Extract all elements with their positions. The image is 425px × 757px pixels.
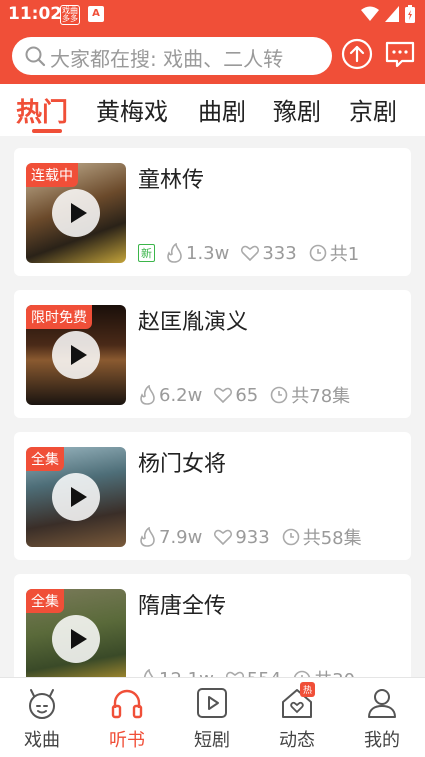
item-title: 赵匡胤演义 — [138, 310, 249, 335]
episodes-stat: 共78集 — [270, 382, 350, 408]
nav-item-shorts[interactable]: 短剧 — [177, 686, 247, 752]
plays-count: 7.9w — [159, 526, 203, 548]
list-item[interactable]: 限时免费 赵匡胤演义 6.2w 65 共78集 — [14, 290, 411, 418]
battery-icon — [405, 5, 415, 23]
hot-badge: 热 — [300, 682, 316, 697]
cover-image: 连载中 — [26, 163, 126, 263]
play-icon[interactable] — [52, 615, 100, 663]
plays-count: 6.2w — [159, 384, 203, 406]
signal-icon — [385, 6, 399, 22]
store-notification-icon: A — [88, 6, 104, 22]
item-title: 杨门女将 — [138, 452, 227, 477]
plays-count: 1.3w — [186, 242, 230, 264]
status-bar: 11:02 戏曲多多 A — [0, 0, 425, 30]
video-play-icon — [197, 688, 227, 718]
status-badge: 全集 — [26, 589, 64, 613]
clock-icon — [309, 244, 327, 262]
app-header: 11:02 戏曲多多 A 大家都在搜: 戏曲、二人转 — [0, 0, 425, 84]
tab-yuju[interactable]: 豫剧 — [273, 92, 321, 127]
item-stats: 7.9w 933 共58集 — [138, 524, 368, 550]
cover-image: 全集 — [26, 589, 126, 689]
item-title: 童林传 — [138, 168, 205, 193]
item-stats: 6.2w 65 共78集 — [138, 382, 356, 408]
episodes-stat: 共1 — [309, 240, 359, 266]
fire-icon — [140, 385, 155, 405]
item-title: 隋唐全传 — [138, 594, 227, 619]
tab-hot[interactable]: 热门 — [16, 92, 68, 129]
play-icon[interactable] — [52, 189, 100, 237]
user-icon — [368, 689, 396, 718]
episodes-count: 共58集 — [302, 528, 362, 549]
likes-stat: 933 — [214, 526, 270, 548]
bottom-nav: 戏曲 听书 短剧 热 动态 我的 — [0, 677, 425, 757]
likes-count: 65 — [235, 384, 259, 406]
plays-stat: 7.9w — [138, 527, 202, 548]
play-icon[interactable] — [52, 331, 100, 379]
upload-icon[interactable] — [341, 38, 373, 70]
nav-item-profile[interactable]: 我的 — [347, 686, 417, 752]
list-item[interactable]: 连载中 童林传 新 1.3w 333 共1 — [14, 148, 411, 276]
cover-image: 全集 — [26, 447, 126, 547]
plays-stat: 1.3w — [165, 243, 229, 264]
tab-quju[interactable]: 曲剧 — [198, 92, 246, 127]
nav-label: 戏曲 — [24, 730, 60, 751]
clock-icon — [270, 386, 288, 404]
message-icon[interactable] — [384, 38, 416, 70]
status-badge: 限时免费 — [26, 305, 92, 329]
system-icons — [361, 5, 415, 23]
nav-label: 短剧 — [194, 730, 230, 751]
play-icon[interactable] — [52, 473, 100, 521]
nav-label: 听书 — [109, 730, 145, 751]
likes-stat: 65 — [214, 385, 258, 406]
nav-item-feed[interactable]: 热 动态 — [262, 682, 332, 752]
category-tabs: 热门 黄梅戏 曲剧 豫剧 京剧 — [0, 84, 425, 136]
item-stats: 新 1.3w 333 共1 — [138, 240, 365, 266]
clock-icon — [282, 528, 300, 546]
nav-item-opera[interactable]: 戏曲 — [7, 686, 77, 752]
status-badge: 连载中 — [26, 163, 78, 187]
active-tab-indicator — [32, 129, 62, 133]
cover-image: 限时免费 — [26, 305, 126, 405]
likes-count: 933 — [235, 526, 270, 548]
nav-label: 我的 — [364, 730, 400, 751]
plays-stat: 6.2w — [138, 385, 202, 406]
opera-mascot-icon — [29, 689, 55, 719]
search-icon — [25, 46, 46, 67]
search-bar[interactable]: 大家都在搜: 戏曲、二人转 — [12, 37, 332, 75]
episodes-count: 共78集 — [291, 386, 351, 407]
heart-icon — [241, 245, 260, 261]
nav-label: 动态 — [279, 730, 315, 751]
wifi-icon — [361, 6, 379, 21]
tab-jingju[interactable]: 京剧 — [349, 92, 397, 127]
nav-item-audiobook[interactable]: 听书 — [92, 686, 162, 752]
search-placeholder: 大家都在搜: 戏曲、二人转 — [50, 47, 284, 71]
app-notification-icon: 戏曲多多 — [60, 5, 80, 25]
episodes-stat: 共58集 — [282, 524, 362, 550]
likes-count: 333 — [262, 242, 297, 264]
fire-icon — [167, 243, 182, 263]
heart-icon — [214, 529, 233, 545]
fire-icon — [140, 527, 155, 547]
status-time: 11:02 — [8, 4, 63, 24]
status-badge: 全集 — [26, 447, 64, 471]
headphones-icon — [111, 689, 143, 719]
new-badge: 新 — [138, 244, 155, 262]
list-item[interactable]: 全集 杨门女将 7.9w 933 共58集 — [14, 432, 411, 560]
heart-icon — [214, 387, 233, 403]
likes-stat: 333 — [241, 242, 297, 264]
episodes-count: 共1 — [329, 244, 360, 265]
tab-huangmeixi[interactable]: 黄梅戏 — [96, 92, 168, 127]
